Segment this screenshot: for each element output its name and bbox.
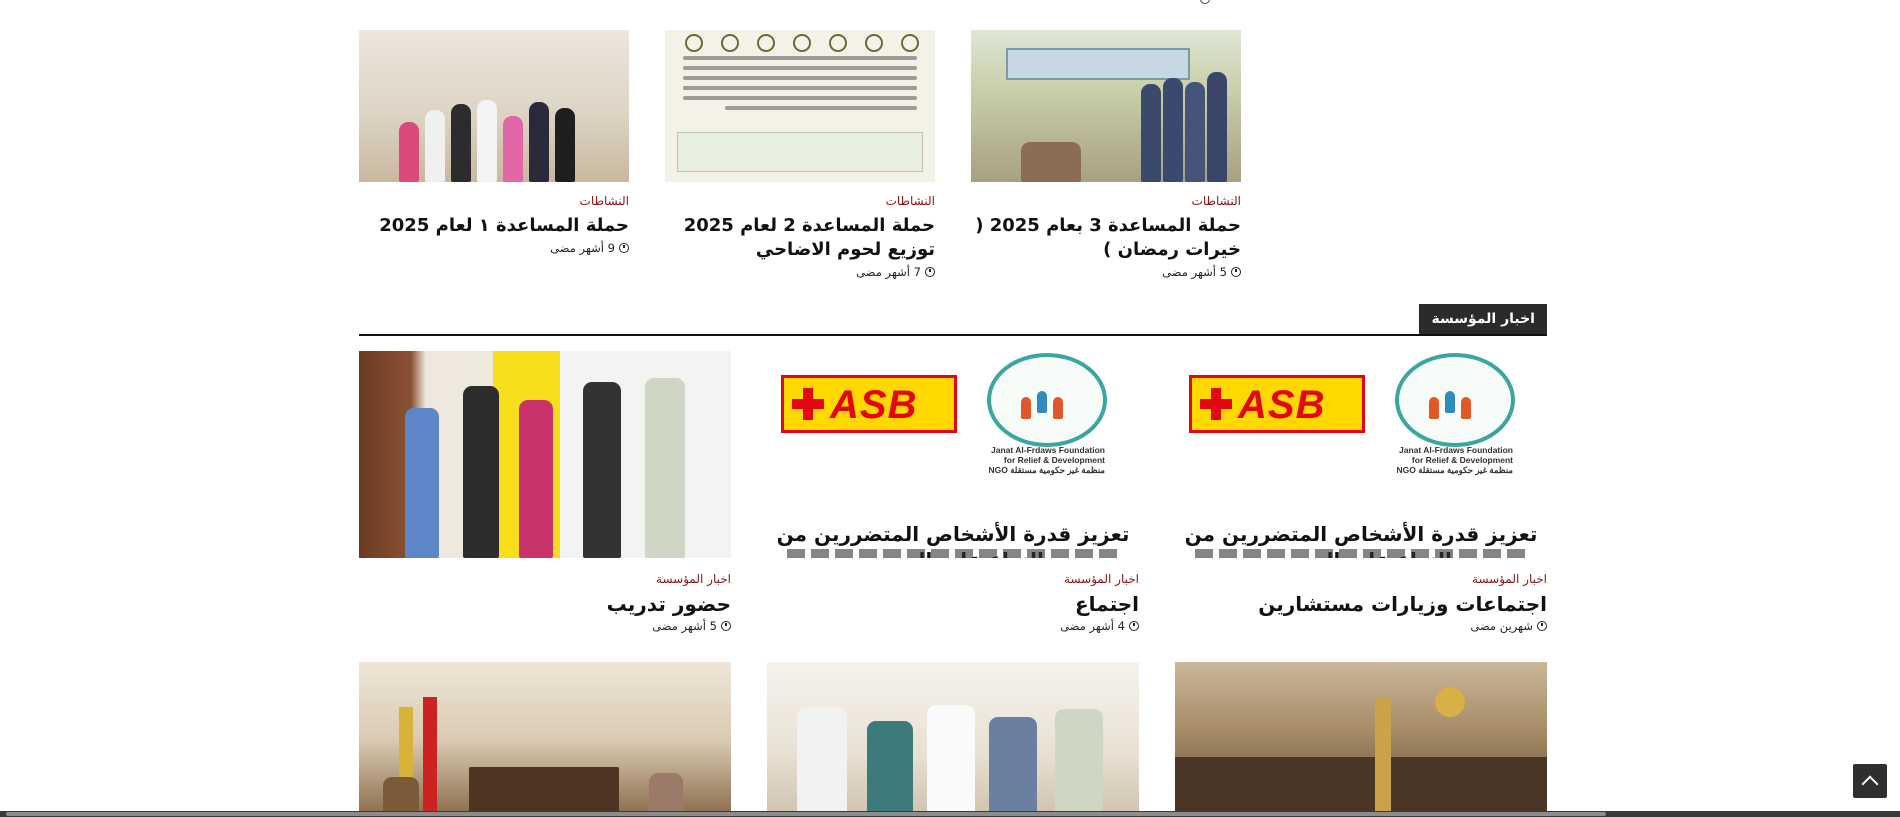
section-header: اخبار المؤسسة [359,304,1547,336]
clock-icon [925,267,935,277]
activity-card: النشاطات حملة المساعدة ١ لعام 2025 9 أشه… [359,30,629,256]
post-date: شهرين مضى [1175,618,1547,634]
page-content: النشاطات حملة المساعدة ١ لعام 2025 9 أشه… [359,0,1547,817]
scrollbar-thumb[interactable] [6,812,1606,816]
activity-card: النشاطات حملة المساعدة 2 لعام 2025 توزيع… [665,30,935,280]
news-thumbnail[interactable] [359,662,731,817]
foundation-name: Janat Al-Frdaws Foundation for Relief & … [988,445,1105,475]
category-link[interactable]: النشاطات [971,193,1241,209]
post-date: 7 أشهر مضى [665,264,935,280]
post-title[interactable]: حملة المساعدة ١ لعام 2025 [359,214,629,238]
news-thumbnail[interactable] [767,662,1139,817]
activity-thumbnail[interactable] [971,30,1241,182]
clock-icon [1231,267,1241,277]
category-link[interactable]: اخبار المؤسسة [767,571,1139,587]
back-to-top-button[interactable] [1853,764,1887,798]
clock-icon [721,621,731,631]
post-title[interactable]: حضور تدريب [359,592,731,616]
post-date: 9 أشهر مضى [359,240,629,256]
news-thumbnail[interactable]: ASB Janat Al-Frdaws Foundation for Relie… [767,351,1139,558]
post-date-text: 9 أشهر مضى [550,241,615,255]
news-thumbnail[interactable] [359,351,731,558]
post-date: 5 أشهر مضى [971,264,1241,280]
activity-thumbnail[interactable] [359,30,629,182]
news-thumbnail[interactable] [1175,662,1547,817]
foundation-logo [987,353,1107,447]
activity-thumbnail[interactable] [665,30,935,182]
category-link[interactable]: النشاطات [359,193,629,209]
post-date-text: 4 أشهر مضى [1060,619,1125,633]
news-card: اخبار المؤسسة حضور تدريب 5 أشهر مضى [359,351,731,634]
post-date-text: شهرين مضى [1470,619,1533,633]
post-title[interactable]: اجتماعات وزيارات مستشارين [1175,592,1547,616]
news-thumbnail[interactable]: ASB Janat Al-Frdaws Foundation for Relie… [1175,351,1547,558]
category-link[interactable]: اخبار المؤسسة [359,571,731,587]
section-title[interactable]: اخبار المؤسسة [1419,304,1547,334]
post-date-text: 5 أشهر مضى [1162,265,1227,279]
post-title[interactable]: حملة المساعدة 2 لعام 2025 توزيع لحوم الا… [665,214,935,262]
asb-logo: ASB [781,375,957,433]
news-card: ASB Janat Al-Frdaws Foundation for Relie… [1175,351,1547,634]
post-date-text: 5 أشهر مضى [652,619,717,633]
post-date: 5 أشهر مضى [359,618,731,634]
clock-icon [619,243,629,253]
clock-icon [1537,621,1547,631]
post-title[interactable]: اجتماع [767,592,1139,616]
post-date: 4 أشهر مضى [767,618,1139,634]
category-link[interactable]: النشاطات [665,193,935,209]
news-card: ASB Janat Al-Frdaws Foundation for Relie… [767,351,1139,634]
post-date-text: 7 أشهر مضى [856,265,921,279]
activity-card: النشاطات حملة المساعدة 3 بعام 2025 ( خير… [971,30,1241,280]
post-title[interactable]: حملة المساعدة 3 بعام 2025 ( خيرات رمضان … [971,214,1241,262]
foundation-logo [1395,353,1515,447]
foundation-name: Janat Al-Frdaws Foundation for Relief & … [1396,445,1513,475]
category-link[interactable]: اخبار المؤسسة [1175,571,1547,587]
clock-icon [1129,621,1139,631]
asb-logo: ASB [1189,375,1365,433]
